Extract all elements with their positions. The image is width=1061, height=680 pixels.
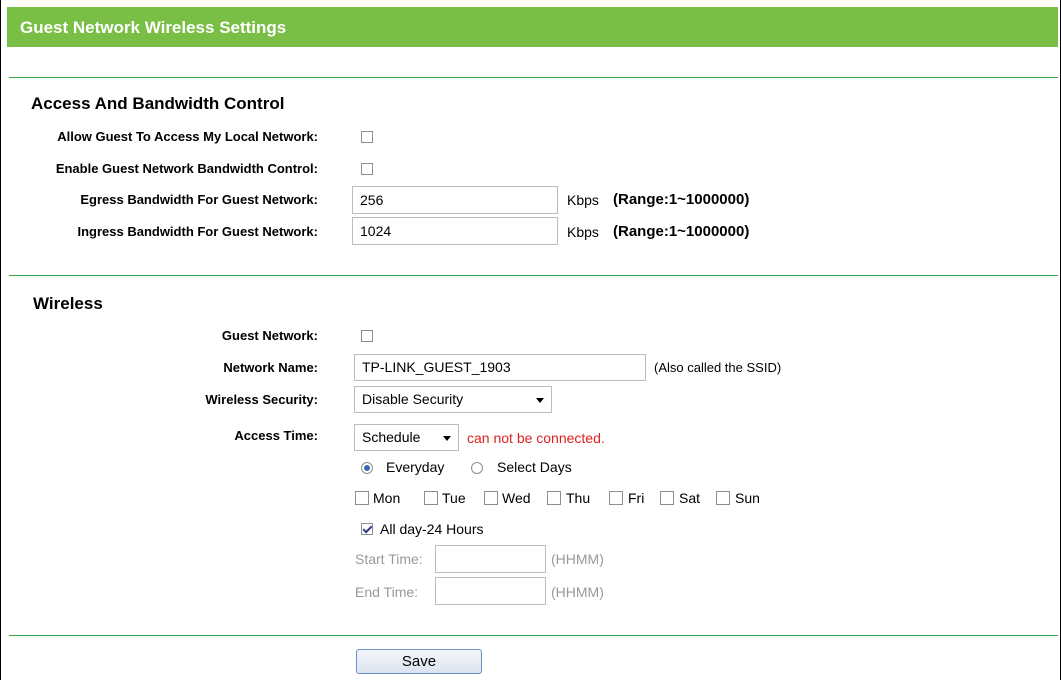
day-checkbox-thu[interactable] <box>547 491 561 505</box>
network-name-label: Network Name: <box>223 360 318 375</box>
bandwidth-control-label: Enable Guest Network Bandwidth Control: <box>55 161 318 176</box>
divider <box>9 77 1058 78</box>
bandwidth-control-checkbox[interactable] <box>361 163 373 175</box>
page-title: Guest Network Wireless Settings <box>20 18 287 37</box>
all-day-checkbox[interactable] <box>361 523 373 535</box>
end-time-label: End Time: <box>355 584 419 600</box>
egress-unit: Kbps <box>567 192 599 208</box>
end-time-input[interactable] <box>435 577 546 605</box>
wireless-security-label: Wireless Security: <box>205 392 318 407</box>
day-label-mon: Mon <box>373 490 401 506</box>
access-time-label: Access Time: <box>234 428 318 443</box>
day-checkbox-sat[interactable] <box>660 491 674 505</box>
wireless-security-select[interactable]: Disable Security <box>354 386 552 413</box>
ingress-label: Ingress Bandwidth For Guest Network: <box>77 224 318 239</box>
allow-local-checkbox[interactable] <box>361 131 373 143</box>
day-label-sun: Sun <box>735 490 760 506</box>
select-days-radio[interactable] <box>471 462 483 474</box>
ssid-note: (Also called the SSID) <box>654 360 782 375</box>
save-button[interactable]: Save <box>356 649 482 674</box>
allow-local-label: Allow Guest To Access My Local Network: <box>57 129 318 144</box>
status-text: can not be connected. <box>467 430 605 446</box>
day-checkbox-sun[interactable] <box>716 491 730 505</box>
day-label-fri: Fri <box>628 490 645 506</box>
everyday-radio[interactable] <box>361 462 373 474</box>
ingress-range: (Range:1~1000000) <box>613 223 750 240</box>
everyday-label: Everyday <box>386 459 445 475</box>
day-label-sat: Sat <box>679 490 701 506</box>
chevron-down-icon <box>443 436 451 441</box>
guest-network-label: Guest Network: <box>221 328 318 343</box>
start-time-format: (HHMM) <box>551 551 604 567</box>
divider <box>9 275 1058 276</box>
day-checkbox-fri[interactable] <box>609 491 623 505</box>
start-time-label: Start Time: <box>355 551 423 567</box>
ingress-bandwidth-input[interactable]: 1024 <box>352 217 558 245</box>
egress-bandwidth-input[interactable]: 256 <box>352 186 558 214</box>
wireless-security-value: Disable Security <box>362 391 464 407</box>
egress-label: Egress Bandwidth For Guest Network: <box>80 192 318 207</box>
all-day-label: All day-24 Hours <box>380 521 484 537</box>
end-time-format: (HHMM) <box>551 584 604 600</box>
chevron-down-icon <box>536 398 544 403</box>
guest-network-checkbox[interactable] <box>361 330 373 342</box>
ingress-unit: Kbps <box>567 224 599 240</box>
day-label-thu: Thu <box>566 490 591 506</box>
access-time-select[interactable]: Schedule <box>354 424 459 451</box>
day-label-tue: Tue <box>442 490 466 506</box>
access-time-value: Schedule <box>362 429 421 445</box>
day-checkbox-wed[interactable] <box>484 491 498 505</box>
section-title-wireless: Wireless <box>33 294 103 313</box>
day-label-wed: Wed <box>502 490 531 506</box>
day-checkbox-tue[interactable] <box>424 491 438 505</box>
network-name-input[interactable]: TP-LINK_GUEST_1903 <box>354 354 646 381</box>
select-days-label: Select Days <box>497 459 572 475</box>
start-time-input[interactable] <box>435 545 546 573</box>
section-title-access: Access And Bandwidth Control <box>31 94 285 113</box>
egress-range: (Range:1~1000000) <box>613 191 750 208</box>
title-bar: Guest Network Wireless Settings <box>7 7 1058 47</box>
divider <box>9 635 1058 636</box>
day-checkbox-mon[interactable] <box>355 491 369 505</box>
